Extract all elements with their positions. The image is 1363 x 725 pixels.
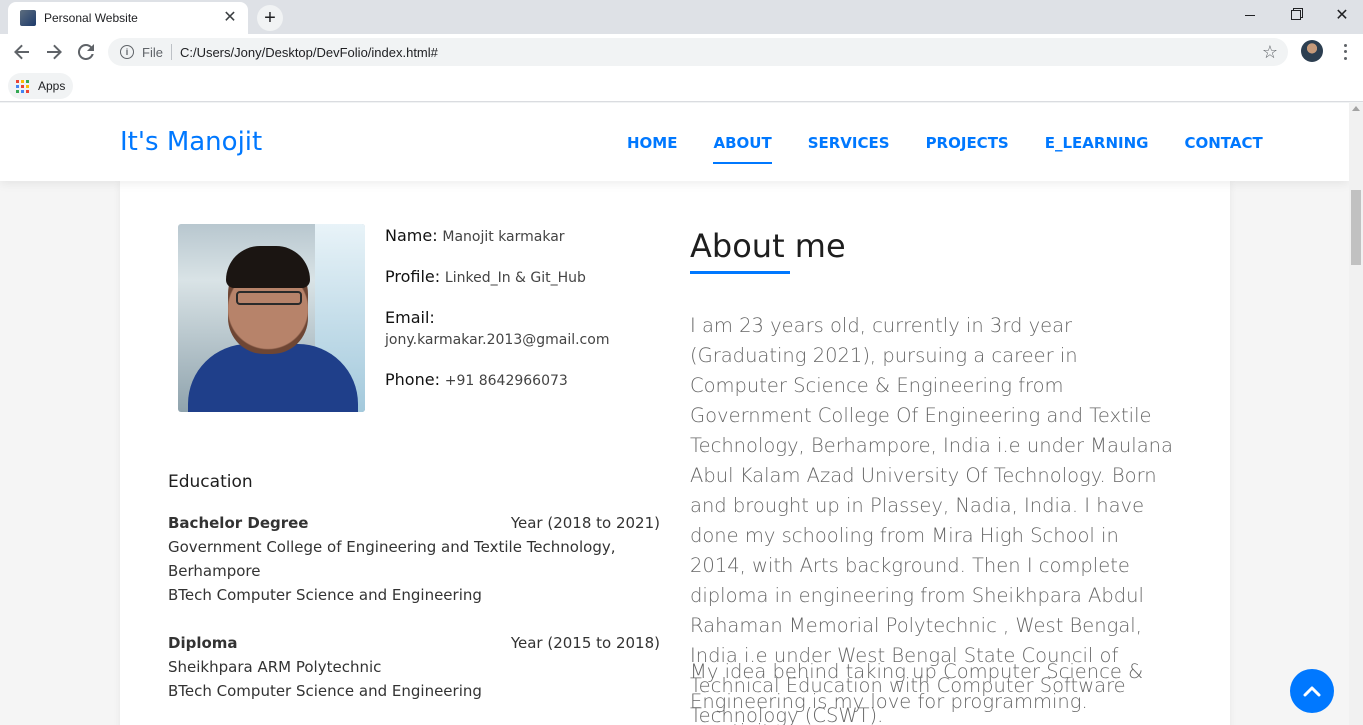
- tab-close-icon[interactable]: ✕: [222, 10, 238, 26]
- education-title: Education: [168, 472, 253, 492]
- education-line: Sheikhpara ARM Polytechnic: [168, 658, 382, 676]
- about-title: About me: [690, 227, 846, 265]
- name-label: Name:: [385, 226, 438, 245]
- about-paragraph: My idea behind taking up Computer Scienc…: [690, 660, 1144, 725]
- profile-label: Profile:: [385, 267, 441, 286]
- apps-label: Apps: [38, 79, 66, 93]
- name-value: Manojit karmakar: [442, 229, 565, 245]
- arrow-right-icon: [47, 44, 62, 60]
- restore-icon: [1291, 10, 1301, 20]
- bookmarks-bar: Apps: [0, 70, 1363, 102]
- email-value: jony.karmakar.2013@gmail.com: [385, 332, 610, 348]
- bookmark-star-icon[interactable]: ☆: [1262, 42, 1278, 63]
- education-line: BTech Computer Science and Engineering: [168, 586, 482, 604]
- nav-services[interactable]: SERVICES: [808, 134, 890, 152]
- education-year: Year (2018 to 2021): [510, 514, 660, 532]
- scrollbar-thumb[interactable]: [1351, 190, 1361, 265]
- nav-about[interactable]: ABOUT: [713, 134, 772, 164]
- apps-grid-icon: [16, 79, 29, 93]
- education-line: Berhampore: [168, 562, 261, 580]
- education-item: Bachelor Degree Year (2018 to 2021) Gove…: [168, 511, 660, 607]
- chevron-up-icon: [1303, 686, 1321, 697]
- url-scheme: File: [142, 44, 163, 60]
- phone-value: +91 8642966073: [444, 373, 568, 389]
- about-title-underline: [690, 271, 790, 274]
- url-text[interactable]: C:/Users/Jony/Desktop/DevFolio/index.htm…: [180, 45, 1262, 60]
- url-separator: [170, 44, 172, 60]
- nav-home[interactable]: HOME: [627, 134, 677, 152]
- profile-avatar[interactable]: [1301, 40, 1323, 62]
- new-tab-button[interactable]: +: [257, 5, 283, 31]
- about-card: Name: Manojit karmakar Profile: Linked_I…: [120, 181, 1230, 725]
- browser-menu-icon[interactable]: [1337, 42, 1353, 62]
- phone-label: Phone:: [385, 370, 440, 389]
- profile-email-row: Email: jony.karmakar.2013@gmail.com: [385, 307, 645, 351]
- apps-bookmark[interactable]: Apps: [8, 73, 74, 99]
- education-item: Diploma Year (2015 to 2018) Sheikhpara A…: [168, 631, 660, 703]
- nav-projects[interactable]: PROJECTS: [926, 134, 1009, 152]
- main-nav: HOME ABOUT SERVICES PROJECTS E_LEARNING …: [627, 134, 1263, 164]
- education-year: Year (2015 to 2018): [510, 634, 660, 652]
- forward-button[interactable]: [42, 40, 66, 64]
- back-button[interactable]: [10, 40, 34, 64]
- reload-icon: [78, 44, 94, 60]
- favicon-icon: [20, 10, 36, 26]
- email-label: Email:: [385, 308, 435, 327]
- site-header: It's Manojit HOME ABOUT SERVICES PROJECT…: [0, 103, 1349, 181]
- info-icon[interactable]: i: [120, 45, 134, 59]
- education-degree: Bachelor Degree: [168, 514, 309, 532]
- browser-toolbar: i File C:/Users/Jony/Desktop/DevFolio/in…: [0, 34, 1363, 70]
- tab-title: Personal Website: [44, 11, 138, 25]
- tab-strip: Personal Website ✕ + ✕: [0, 0, 1363, 34]
- nav-contact[interactable]: CONTACT: [1184, 134, 1262, 152]
- scroll-up-arrow-icon[interactable]: [1352, 106, 1360, 111]
- profile-photo: [178, 224, 365, 412]
- reload-button[interactable]: [74, 40, 98, 64]
- address-bar[interactable]: i File C:/Users/Jony/Desktop/DevFolio/in…: [108, 38, 1288, 66]
- restore-button[interactable]: [1273, 0, 1319, 30]
- site-brand[interactable]: It's Manojit: [120, 127, 262, 157]
- profile-name-row: Name: Manojit karmakar: [385, 225, 645, 248]
- education-line: Government College of Engineering and Te…: [168, 538, 616, 556]
- window-close-button[interactable]: ✕: [1319, 0, 1363, 30]
- page-viewport: It's Manojit HOME ABOUT SERVICES PROJECT…: [0, 103, 1349, 725]
- profile-links-row: Profile: Linked_In & Git_Hub: [385, 266, 645, 289]
- page-scrollbar[interactable]: [1349, 103, 1363, 725]
- nav-e-learning[interactable]: E_LEARNING: [1045, 134, 1149, 152]
- profile-phone-row: Phone: +91 8642966073: [385, 369, 645, 392]
- minimize-button[interactable]: [1227, 0, 1273, 30]
- back-to-top-button[interactable]: [1290, 669, 1334, 713]
- minimize-icon: [1245, 14, 1255, 16]
- education-line: BTech Computer Science and Engineering: [168, 682, 482, 700]
- profile-info: Name: Manojit karmakar Profile: Linked_I…: [385, 225, 645, 410]
- browser-tab[interactable]: Personal Website ✕: [8, 2, 248, 34]
- education-degree: Diploma: [168, 634, 238, 652]
- arrow-left-icon: [14, 44, 29, 60]
- profile-links[interactable]: Linked_In & Git_Hub: [445, 270, 586, 286]
